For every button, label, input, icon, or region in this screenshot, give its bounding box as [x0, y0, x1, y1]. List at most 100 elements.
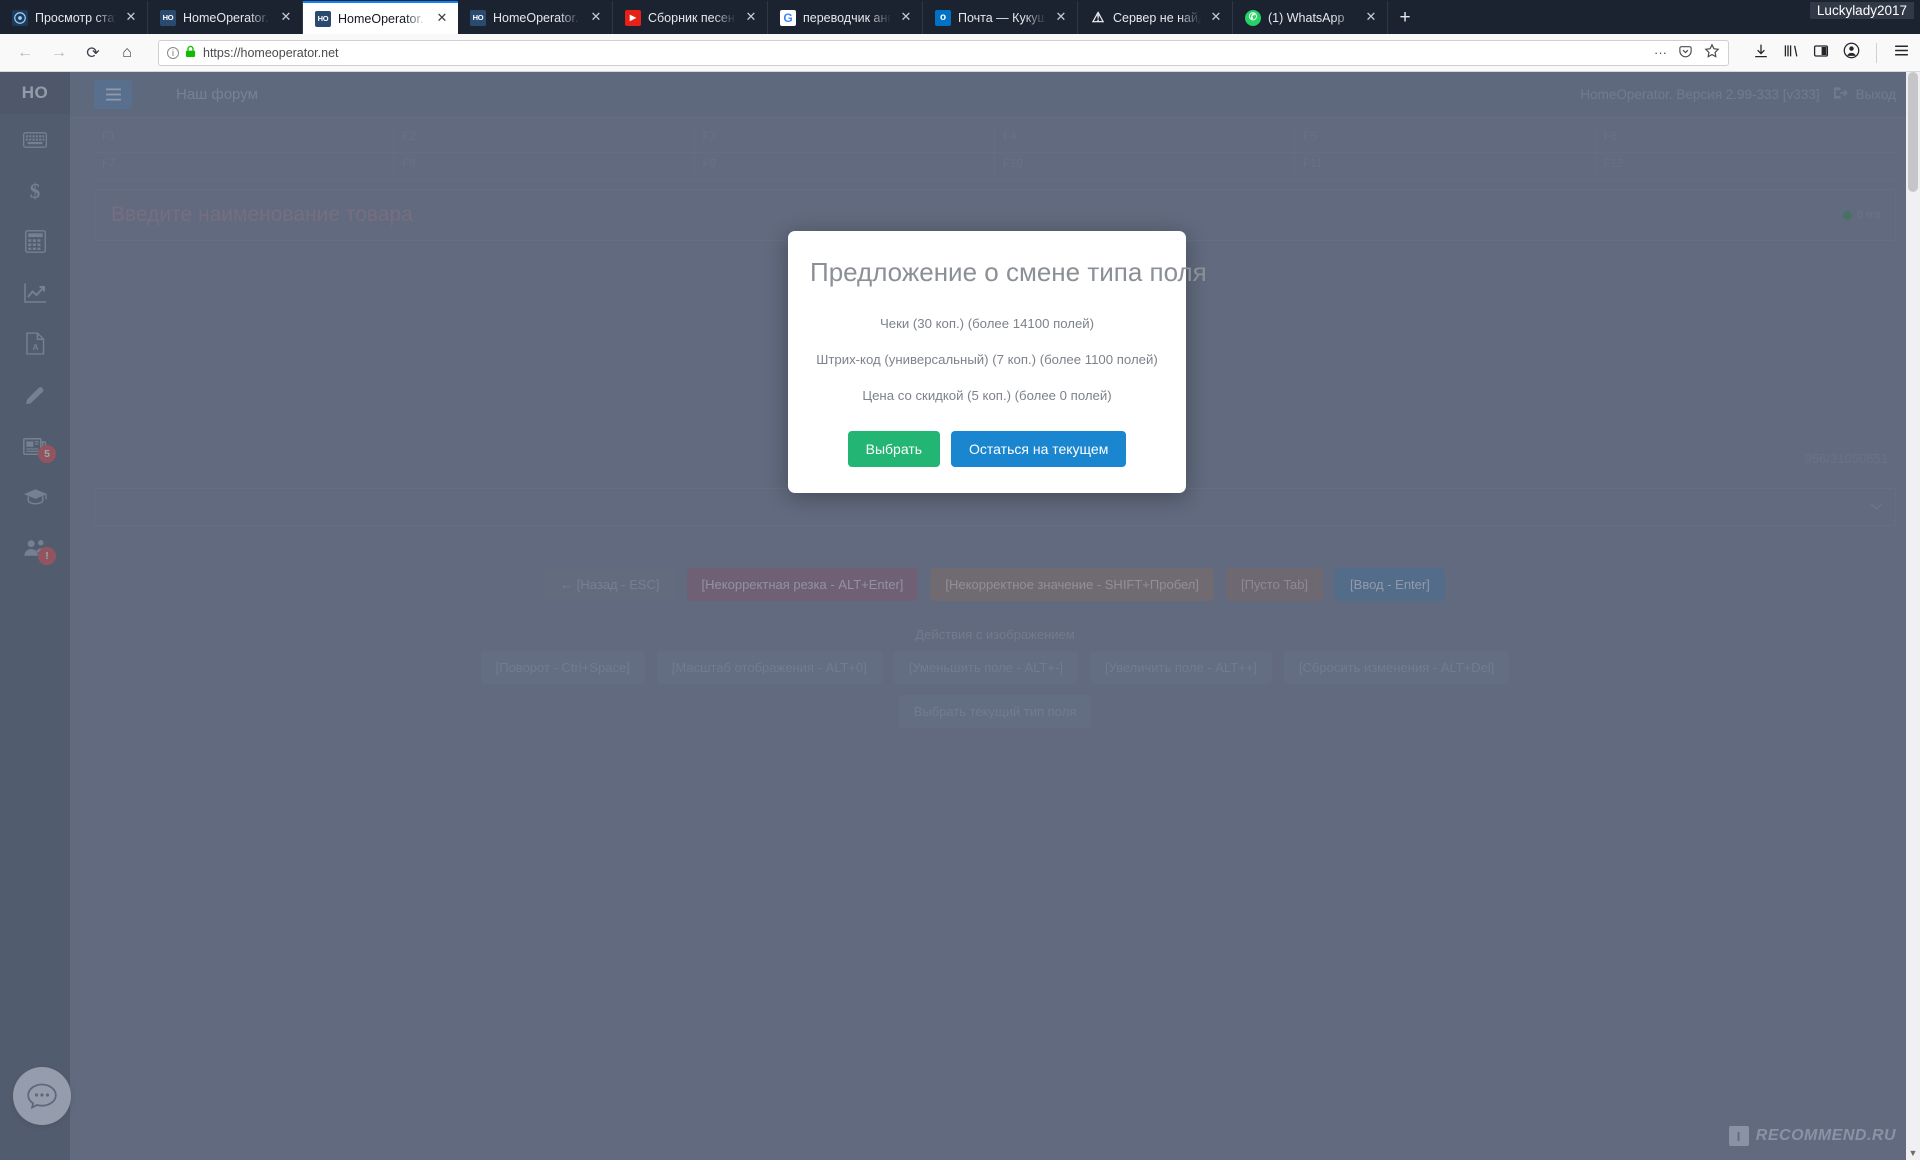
tab-title: Сервер не найден — [1113, 10, 1201, 25]
fkey-cell[interactable]: F11 — [1295, 153, 1596, 179]
back-button[interactable]: ← [Назад - ESC] — [545, 568, 675, 601]
menu-icon[interactable] — [1893, 42, 1910, 63]
modal-button-row: Выбрать Остаться на текущем — [810, 431, 1164, 468]
sidebar-item-analytics[interactable] — [0, 267, 70, 318]
browser-tab[interactable]: ⚠ Сервер не найден ✕ — [1078, 1, 1233, 34]
close-icon[interactable]: ✕ — [1053, 9, 1069, 26]
sidebar-badge-users: ! — [38, 547, 56, 565]
url-bar[interactable]: i https://homeoperator.net ··· — [158, 39, 1729, 66]
home-button[interactable]: ⌂ — [112, 39, 142, 67]
app-logo[interactable]: HO — [0, 72, 70, 114]
fkey-cell[interactable]: F8 — [394, 153, 695, 179]
incorrect-cut-button[interactable]: [Некорректная резка - ALT+Enter] — [686, 568, 919, 601]
tab-title: Почта — Кукушкина На — [958, 10, 1046, 25]
fkey-cell[interactable]: F2 — [394, 126, 695, 152]
account-icon[interactable] — [1843, 42, 1860, 63]
latency-badge: 0 ms — [1843, 209, 1881, 221]
fkey-cell[interactable]: F9 — [695, 153, 995, 179]
close-icon[interactable]: ✕ — [588, 9, 604, 26]
ho-icon: HO — [470, 9, 486, 26]
reset-changes-button[interactable]: [Сбросить изменения - ALT+Del] — [1283, 651, 1510, 684]
modal-title: Предложение о смене типа поля — [810, 257, 1207, 287]
sidebar-item-keyboard[interactable] — [0, 114, 70, 165]
tab-title: HomeOperator. Версия — [493, 10, 581, 25]
google-icon: G — [780, 9, 796, 26]
browser-tab[interactable]: Просмотр статистики р ✕ — [0, 1, 148, 34]
fkey-cell[interactable]: F1 — [94, 126, 395, 152]
scrollbar-thumb[interactable] — [1908, 72, 1918, 192]
fkey-cell[interactable]: F5 — [1295, 126, 1596, 152]
browser-tab-active[interactable]: HO HomeOperator. Версия ✕ — [303, 1, 458, 34]
sidebar-badge-news: 5 — [38, 445, 56, 463]
sidebar-item-users[interactable]: ! — [0, 522, 70, 573]
exit-icon — [1833, 86, 1848, 103]
field-type-select[interactable] — [94, 488, 1896, 526]
fkey-cell[interactable]: F4 — [995, 126, 1296, 152]
empty-tab-button[interactable]: [Пусто Tab] — [1226, 568, 1324, 601]
modal-option[interactable]: Цена со скидкой (5 коп.) (более 0 полей) — [810, 388, 1164, 403]
forum-link[interactable]: Наш форум — [176, 86, 258, 103]
rotate-button[interactable]: [Поворот - Ctrl+Space] — [480, 651, 645, 684]
pocket-icon[interactable] — [1678, 44, 1693, 62]
modal-option[interactable]: Штрих-код (универсальный) (7 коп.) (боле… — [810, 352, 1164, 367]
sidebar-item-calculator[interactable] — [0, 216, 70, 267]
close-icon[interactable]: ✕ — [434, 10, 450, 27]
new-tab-button[interactable]: + — [1388, 1, 1422, 34]
fkey-cell[interactable]: F10 — [995, 153, 1296, 179]
fkey-cell[interactable]: F3 — [695, 126, 995, 152]
status-dot-icon — [1843, 210, 1853, 220]
scroll-down-arrow-icon[interactable]: ▼ — [1906, 1146, 1920, 1160]
sidebar-item-finance[interactable]: $ — [0, 165, 70, 216]
browser-tab[interactable]: ✆ (1) WhatsApp ✕ — [1233, 1, 1388, 34]
close-icon[interactable]: ✕ — [743, 9, 759, 26]
sidebar-item-pdf[interactable]: A — [0, 318, 70, 369]
forward-button[interactable]: → — [44, 39, 74, 67]
modal-select-button[interactable]: Выбрать — [847, 431, 941, 468]
sidebar-item-education[interactable] — [0, 471, 70, 522]
product-name-placeholder: Введите наименование товара — [111, 203, 413, 226]
fkey-cell[interactable]: F7 — [94, 153, 395, 179]
select-current-field-type-button[interactable]: Выбрать текущий тип поля — [898, 695, 1092, 728]
info-icon[interactable]: i — [167, 46, 179, 59]
close-icon[interactable]: ✕ — [1363, 9, 1379, 26]
modal-keep-current-button[interactable]: Остаться на текущем — [951, 431, 1127, 468]
modal-option[interactable]: Чеки (30 коп.) (более 14100 полей) — [810, 316, 1164, 331]
chat-bubble-icon[interactable] — [13, 1067, 71, 1125]
incorrect-value-button[interactable]: [Некорректное значение - SHIFT+Пробел] — [930, 568, 1214, 601]
close-icon[interactable]: ✕ — [123, 9, 139, 26]
browser-tab[interactable]: HO HomeOperator. Версия ✕ — [148, 1, 303, 34]
sidebar-item-news[interactable]: 5 — [0, 420, 70, 471]
bookmark-star-icon[interactable] — [1704, 43, 1720, 62]
more-icon[interactable]: ··· — [1654, 45, 1667, 60]
reload-button[interactable]: ⟳ — [78, 39, 108, 67]
browser-tab[interactable]: ▶ Сборник песен | LOBOD ✕ — [613, 1, 768, 34]
url-text: https://homeoperator.net — [203, 45, 339, 60]
page-scrollbar[interactable]: ▲ ▼ — [1906, 72, 1920, 1160]
sidebar-icon[interactable] — [1813, 43, 1829, 63]
ho-icon: HO — [315, 10, 331, 27]
shrink-field-button[interactable]: [Уменьшить поле - ALT+-] — [893, 651, 1078, 684]
browser-tab[interactable]: o Почта — Кукушкина На ✕ — [923, 1, 1078, 34]
close-icon[interactable]: ✕ — [898, 9, 914, 26]
submit-enter-button[interactable]: [Ввод - Enter] — [1335, 568, 1445, 601]
tab-title: переводчик англо -рус — [803, 10, 891, 25]
library-icon[interactable] — [1783, 43, 1799, 63]
recommend-watermark: I RECOMMEND.RU — [1728, 1126, 1896, 1146]
browser-tab[interactable]: HO HomeOperator. Версия ✕ — [458, 1, 613, 34]
browser-tab[interactable]: G переводчик англо -рус ✕ — [768, 1, 923, 34]
pdf-icon: A — [25, 332, 45, 355]
close-icon[interactable]: ✕ — [278, 9, 294, 26]
close-icon[interactable]: ✕ — [1208, 9, 1224, 26]
hamburger-icon[interactable] — [94, 80, 132, 109]
chevron-down-icon[interactable] — [1870, 500, 1883, 514]
sidebar-item-edit[interactable] — [0, 369, 70, 420]
zoom-scale-button[interactable]: [Масштаб отображения - ALT+0] — [656, 651, 882, 684]
windows-user-label: Luckylady2017 — [1809, 2, 1914, 19]
download-icon[interactable] — [1753, 43, 1769, 63]
fkey-cell[interactable]: F6 — [1596, 126, 1896, 152]
enlarge-field-button[interactable]: [Увеличить поле - ALT++] — [1089, 651, 1272, 684]
back-button[interactable]: ← — [10, 39, 40, 67]
whatsapp-icon: ✆ — [1245, 9, 1261, 26]
exit-button[interactable]: Выход — [1833, 86, 1896, 103]
fkey-cell[interactable]: F12 — [1596, 153, 1896, 179]
